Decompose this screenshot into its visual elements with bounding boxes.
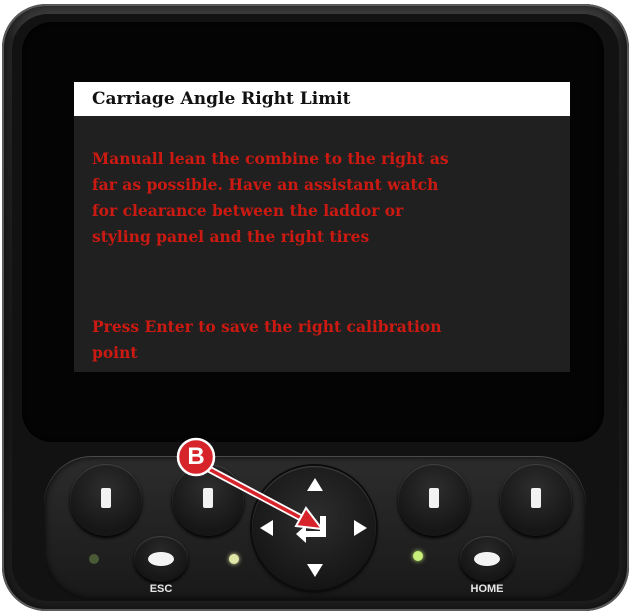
- callout-arrow: [176, 437, 325, 531]
- callout-label: B: [187, 443, 205, 470]
